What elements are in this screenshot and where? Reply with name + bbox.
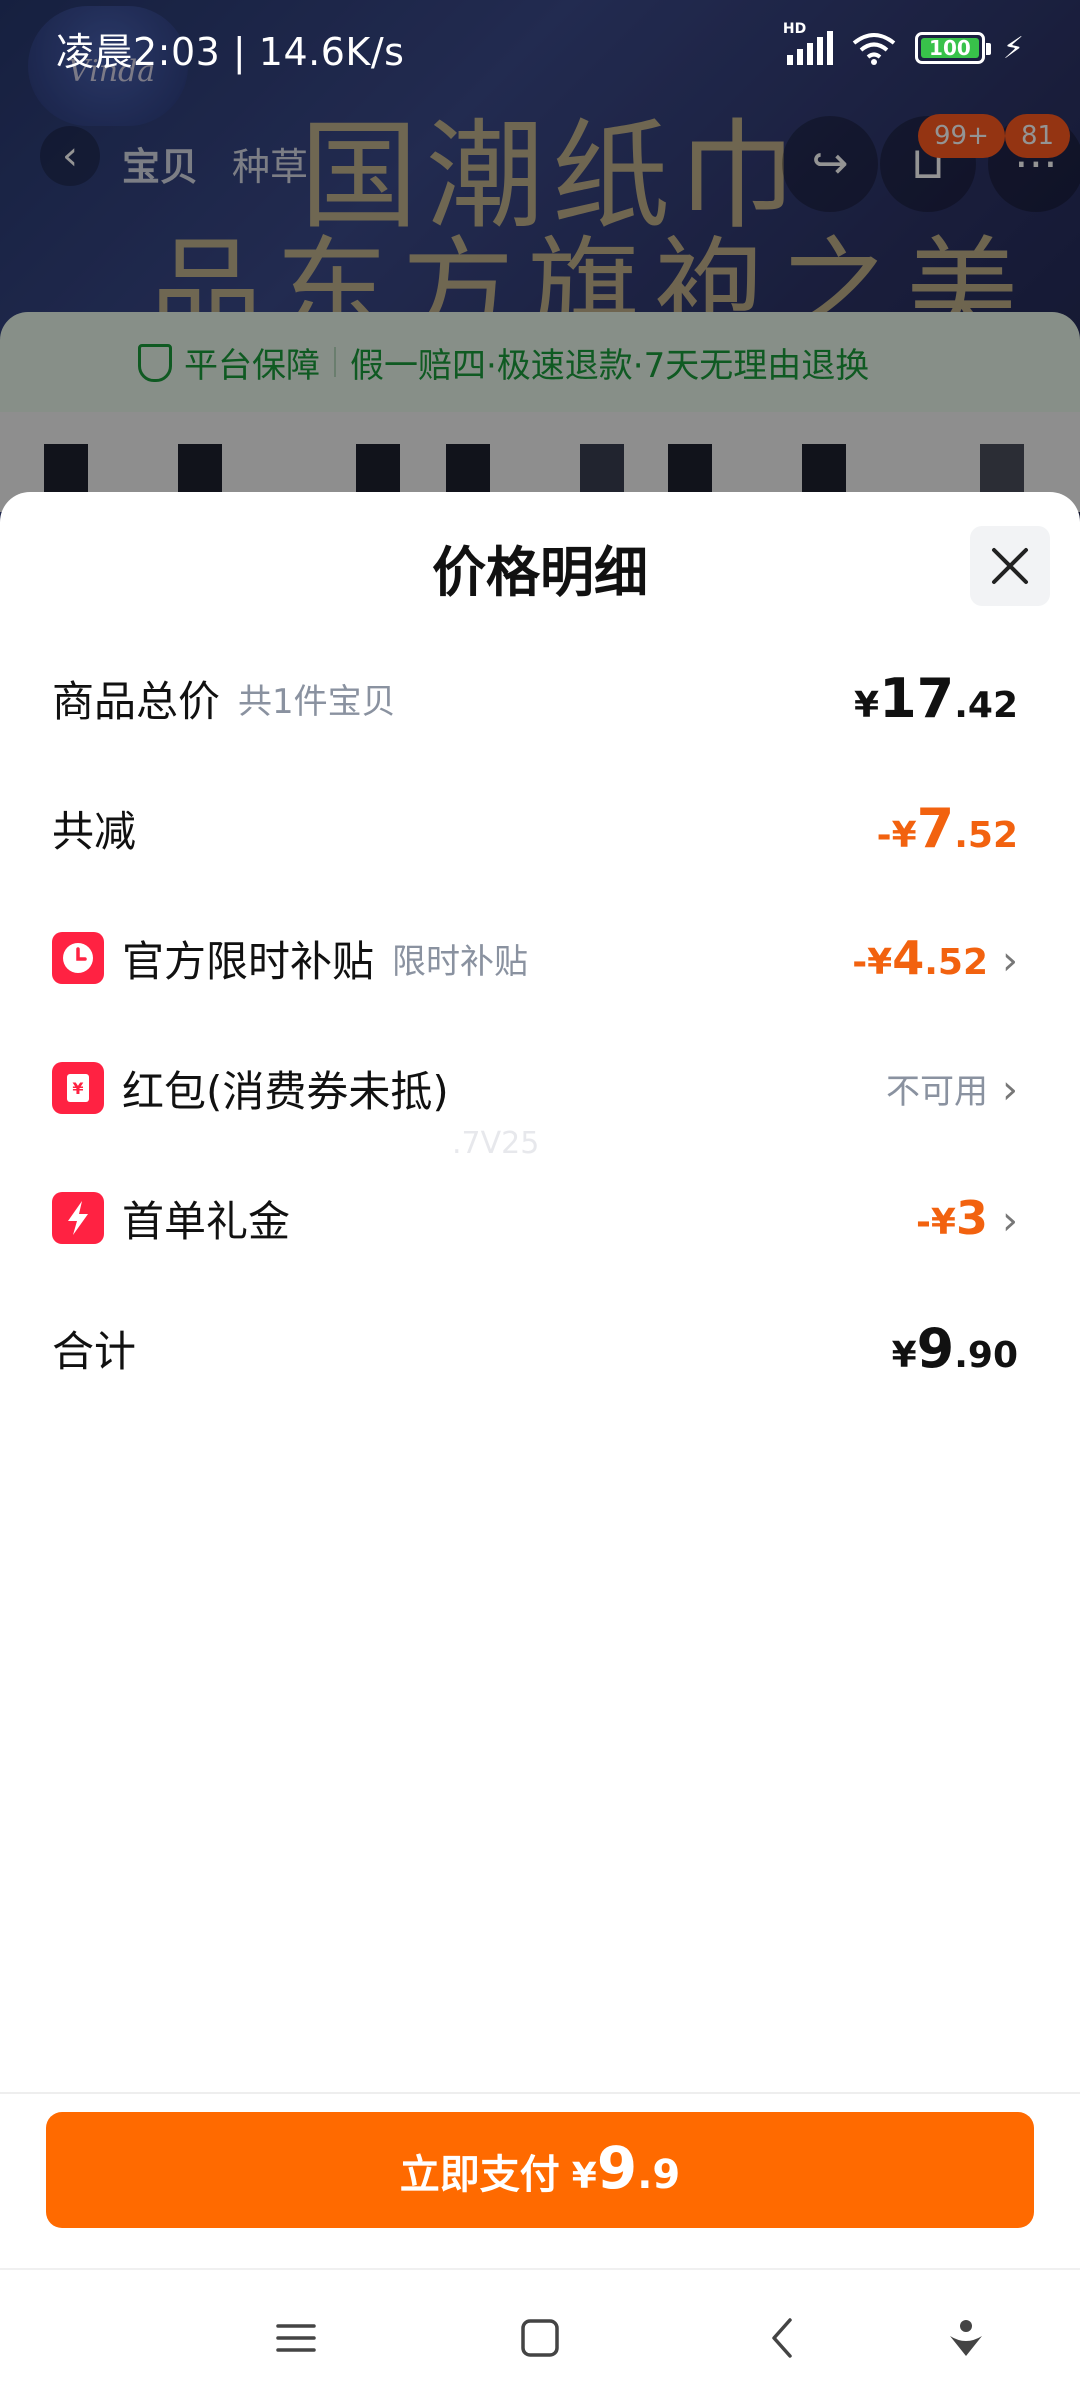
status-time: 凌晨2:03 | 14.6K/s xyxy=(56,29,405,74)
watermark-text: .7V25 xyxy=(452,1126,540,1161)
sum-row: 合计 ¥9.90 xyxy=(52,1308,1018,1388)
wifi-icon xyxy=(852,33,896,65)
total-reduction-value: -¥ 7.52 xyxy=(876,796,1018,860)
red-packet-label: 红包(消费券未抵) xyxy=(122,1066,449,1116)
assistant-icon[interactable] xyxy=(938,2310,994,2366)
goods-count: 共1件宝贝 xyxy=(238,681,396,722)
chevron-right-icon: › xyxy=(1002,1066,1018,1113)
goods-total-value: ¥17.42 xyxy=(854,666,1018,730)
home-icon[interactable] xyxy=(512,2310,568,2366)
charging-icon: ⚡ xyxy=(1002,30,1024,66)
svg-text:¥: ¥ xyxy=(72,1079,83,1098)
divider xyxy=(0,2092,1080,2094)
first-order-gift-label: 首单礼金 xyxy=(122,1196,291,1246)
yuan-envelope-icon: ¥ xyxy=(52,1062,104,1114)
total-reduction-row: 共减 -¥ 7.52 xyxy=(52,788,1018,868)
chevron-right-icon: › xyxy=(1002,1198,1018,1244)
red-packet-row[interactable]: ¥ 红包(消费券未抵) 不可用 › xyxy=(52,1048,1018,1128)
close-icon xyxy=(992,548,1028,584)
lightning-icon xyxy=(52,1192,104,1244)
system-nav-bar xyxy=(0,2270,1080,2400)
signal-icon: HD xyxy=(783,21,833,65)
back-icon[interactable] xyxy=(756,2310,812,2366)
pay-now-button[interactable]: 立即支付 ¥ 9 .9 xyxy=(46,2112,1034,2228)
first-order-gift-value: -¥ 3 › xyxy=(915,1191,1018,1245)
goods-total-row: 商品总价 共1件宝贝 ¥17.42 xyxy=(52,658,1018,738)
sheet-title: 价格明细 xyxy=(432,541,648,604)
total-reduction-label: 共减 xyxy=(52,806,137,856)
clock-icon xyxy=(52,932,104,984)
close-button[interactable] xyxy=(970,526,1050,606)
sum-value: ¥9.90 xyxy=(891,1316,1018,1380)
official-subsidy-tag: 限时补贴 xyxy=(392,941,529,982)
official-subsidy-value: -¥ 4.52 › xyxy=(852,931,1018,985)
menu-icon[interactable] xyxy=(268,2310,324,2366)
goods-total-label: 商品总价 xyxy=(52,676,221,726)
official-subsidy-row[interactable]: 官方限时补贴 限时补贴 -¥ 4.52 › xyxy=(52,918,1018,998)
sum-label: 合计 xyxy=(52,1326,137,1376)
first-order-gift-row[interactable]: 首单礼金 -¥ 3 › xyxy=(52,1178,1018,1258)
chevron-right-icon: › xyxy=(1002,938,1018,984)
red-packet-value: 不可用 › xyxy=(886,1066,1018,1113)
status-bar: 凌晨2:03 | 14.6K/s HD 100 ⚡ xyxy=(0,0,1080,96)
official-subsidy-label: 官方限时补贴 xyxy=(122,936,375,986)
battery-icon: 100 xyxy=(914,32,991,64)
